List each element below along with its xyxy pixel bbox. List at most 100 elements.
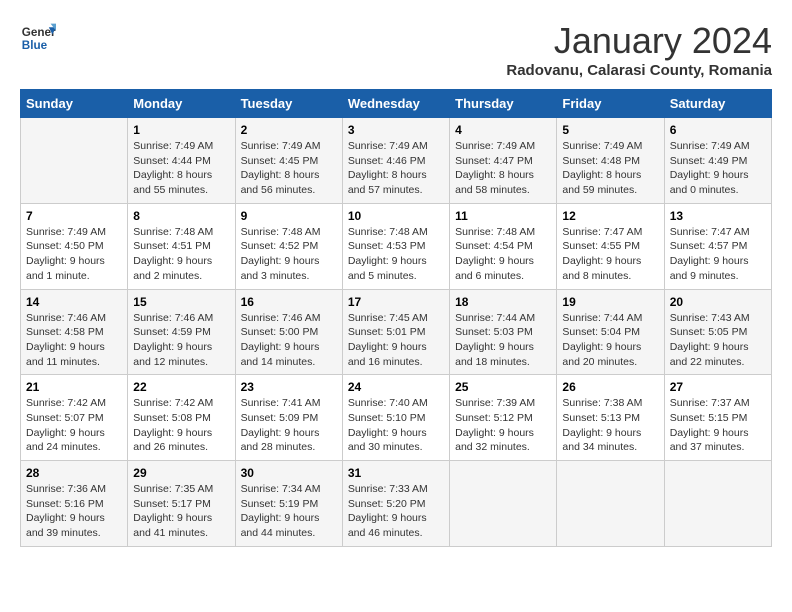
calendar-cell: 29 Sunrise: 7:35 AM Sunset: 5:17 PM Dayli… bbox=[128, 461, 235, 547]
calendar-cell: 1Sunrise: 7:49 AM Sunset: 4:44 PM Daylig… bbox=[128, 118, 235, 204]
day-number: 22 bbox=[133, 380, 229, 394]
title-area: January 2024 Radovanu, Calarasi County, … bbox=[506, 20, 772, 79]
day-number: 31 bbox=[348, 466, 444, 480]
day-number: 28 bbox=[26, 466, 122, 480]
day-info: Sunrise: 7:42 AM Sunset: 5:08 PM Dayligh… bbox=[133, 396, 229, 455]
calendar-cell: 17 Sunrise: 7:45 AM Sunset: 5:01 PM Dayli… bbox=[342, 289, 449, 375]
calendar-cell: 13Sunrise: 7:47 AM Sunset: 4:57 PM Dayli… bbox=[664, 203, 771, 289]
day-info: Sunrise: 7:44 AM Sunset: 5:04 PM Dayligh… bbox=[562, 311, 658, 370]
calendar-cell: 6Sunrise: 7:49 AM Sunset: 4:49 PM Daylig… bbox=[664, 118, 771, 204]
day-header-wednesday: Wednesday bbox=[342, 90, 449, 118]
day-info: Sunrise: 7:49 AM Sunset: 4:45 PM Dayligh… bbox=[241, 139, 337, 198]
calendar-cell bbox=[21, 118, 128, 204]
week-row-2: 7 Sunrise: 7:49 AM Sunset: 4:50 PM Daylig… bbox=[21, 203, 772, 289]
calendar-cell: 21Sunrise: 7:42 AM Sunset: 5:07 PM Dayli… bbox=[21, 375, 128, 461]
calendar-cell: 19 Sunrise: 7:44 AM Sunset: 5:04 PM Dayli… bbox=[557, 289, 664, 375]
calendar-cell: 20 Sunrise: 7:43 AM Sunset: 5:05 PM Dayli… bbox=[664, 289, 771, 375]
day-number: 4 bbox=[455, 123, 551, 137]
day-info: Sunrise: 7:37 AM Sunset: 5:15 PM Dayligh… bbox=[670, 396, 766, 455]
day-number: 19 bbox=[562, 295, 658, 309]
day-info: Sunrise: 7:45 AM Sunset: 5:01 PM Dayligh… bbox=[348, 311, 444, 370]
calendar-cell: 26 Sunrise: 7:38 AM Sunset: 5:13 PM Dayli… bbox=[557, 375, 664, 461]
day-number: 16 bbox=[241, 295, 337, 309]
day-header-thursday: Thursday bbox=[450, 90, 557, 118]
calendar-cell: 25 Sunrise: 7:39 AM Sunset: 5:12 PM Dayli… bbox=[450, 375, 557, 461]
header-row: SundayMondayTuesdayWednesdayThursdayFrid… bbox=[21, 90, 772, 118]
logo-icon: General Blue bbox=[20, 20, 56, 56]
day-info: Sunrise: 7:40 AM Sunset: 5:10 PM Dayligh… bbox=[348, 396, 444, 455]
day-number: 20 bbox=[670, 295, 766, 309]
day-info: Sunrise: 7:33 AM Sunset: 5:20 PM Dayligh… bbox=[348, 482, 444, 541]
day-header-monday: Monday bbox=[128, 90, 235, 118]
day-info: Sunrise: 7:46 AM Sunset: 4:58 PM Dayligh… bbox=[26, 311, 122, 370]
day-number: 23 bbox=[241, 380, 337, 394]
day-info: Sunrise: 7:44 AM Sunset: 5:03 PM Dayligh… bbox=[455, 311, 551, 370]
day-number: 15 bbox=[133, 295, 229, 309]
day-info: Sunrise: 7:38 AM Sunset: 5:13 PM Dayligh… bbox=[562, 396, 658, 455]
calendar-cell bbox=[557, 461, 664, 547]
day-info: Sunrise: 7:49 AM Sunset: 4:46 PM Dayligh… bbox=[348, 139, 444, 198]
day-info: Sunrise: 7:39 AM Sunset: 5:12 PM Dayligh… bbox=[455, 396, 551, 455]
day-info: Sunrise: 7:49 AM Sunset: 4:47 PM Dayligh… bbox=[455, 139, 551, 198]
logo: General Blue General Blue bbox=[20, 20, 56, 56]
day-number: 12 bbox=[562, 209, 658, 223]
calendar-cell: 10Sunrise: 7:48 AM Sunset: 4:53 PM Dayli… bbox=[342, 203, 449, 289]
day-number: 9 bbox=[241, 209, 337, 223]
calendar-cell: 30 Sunrise: 7:34 AM Sunset: 5:19 PM Dayli… bbox=[235, 461, 342, 547]
day-info: Sunrise: 7:47 AM Sunset: 4:57 PM Dayligh… bbox=[670, 225, 766, 284]
calendar-cell: 31 Sunrise: 7:33 AM Sunset: 5:20 PM Dayli… bbox=[342, 461, 449, 547]
day-number: 7 bbox=[26, 209, 122, 223]
month-title: January 2024 bbox=[506, 20, 772, 62]
day-info: Sunrise: 7:48 AM Sunset: 4:54 PM Dayligh… bbox=[455, 225, 551, 284]
calendar-cell: 12 Sunrise: 7:47 AM Sunset: 4:55 PM Dayli… bbox=[557, 203, 664, 289]
location-title: Radovanu, Calarasi County, Romania bbox=[506, 62, 772, 79]
svg-text:Blue: Blue bbox=[22, 39, 48, 52]
calendar-cell: 15 Sunrise: 7:46 AM Sunset: 4:59 PM Dayli… bbox=[128, 289, 235, 375]
calendar-cell: 7 Sunrise: 7:49 AM Sunset: 4:50 PM Daylig… bbox=[21, 203, 128, 289]
calendar-cell: 22 Sunrise: 7:42 AM Sunset: 5:08 PM Dayli… bbox=[128, 375, 235, 461]
day-info: Sunrise: 7:42 AM Sunset: 5:07 PM Dayligh… bbox=[26, 396, 122, 455]
header: General Blue General Blue January 2024 R… bbox=[20, 20, 772, 79]
day-number: 30 bbox=[241, 466, 337, 480]
day-number: 24 bbox=[348, 380, 444, 394]
calendar-cell: 14Sunrise: 7:46 AM Sunset: 4:58 PM Dayli… bbox=[21, 289, 128, 375]
day-info: Sunrise: 7:49 AM Sunset: 4:49 PM Dayligh… bbox=[670, 139, 766, 198]
day-info: Sunrise: 7:41 AM Sunset: 5:09 PM Dayligh… bbox=[241, 396, 337, 455]
day-info: Sunrise: 7:48 AM Sunset: 4:52 PM Dayligh… bbox=[241, 225, 337, 284]
calendar-cell: 2Sunrise: 7:49 AM Sunset: 4:45 PM Daylig… bbox=[235, 118, 342, 204]
day-info: Sunrise: 7:34 AM Sunset: 5:19 PM Dayligh… bbox=[241, 482, 337, 541]
week-row-4: 21Sunrise: 7:42 AM Sunset: 5:07 PM Dayli… bbox=[21, 375, 772, 461]
calendar-cell: 27Sunrise: 7:37 AM Sunset: 5:15 PM Dayli… bbox=[664, 375, 771, 461]
day-number: 5 bbox=[562, 123, 658, 137]
day-info: Sunrise: 7:43 AM Sunset: 5:05 PM Dayligh… bbox=[670, 311, 766, 370]
calendar-cell: 3 Sunrise: 7:49 AM Sunset: 4:46 PM Daylig… bbox=[342, 118, 449, 204]
week-row-1: 1Sunrise: 7:49 AM Sunset: 4:44 PM Daylig… bbox=[21, 118, 772, 204]
calendar-cell: 11Sunrise: 7:48 AM Sunset: 4:54 PM Dayli… bbox=[450, 203, 557, 289]
calendar-cell: 16 Sunrise: 7:46 AM Sunset: 5:00 PM Dayli… bbox=[235, 289, 342, 375]
day-number: 3 bbox=[348, 123, 444, 137]
week-row-5: 28 Sunrise: 7:36 AM Sunset: 5:16 PM Dayli… bbox=[21, 461, 772, 547]
day-number: 18 bbox=[455, 295, 551, 309]
calendar-cell: 24 Sunrise: 7:40 AM Sunset: 5:10 PM Dayli… bbox=[342, 375, 449, 461]
day-info: Sunrise: 7:35 AM Sunset: 5:17 PM Dayligh… bbox=[133, 482, 229, 541]
day-info: Sunrise: 7:46 AM Sunset: 4:59 PM Dayligh… bbox=[133, 311, 229, 370]
day-info: Sunrise: 7:46 AM Sunset: 5:00 PM Dayligh… bbox=[241, 311, 337, 370]
day-info: Sunrise: 7:48 AM Sunset: 4:53 PM Dayligh… bbox=[348, 225, 444, 284]
calendar-cell: 9 Sunrise: 7:48 AM Sunset: 4:52 PM Daylig… bbox=[235, 203, 342, 289]
day-number: 29 bbox=[133, 466, 229, 480]
day-number: 1 bbox=[133, 123, 229, 137]
day-number: 25 bbox=[455, 380, 551, 394]
day-info: Sunrise: 7:48 AM Sunset: 4:51 PM Dayligh… bbox=[133, 225, 229, 284]
day-number: 26 bbox=[562, 380, 658, 394]
week-row-3: 14Sunrise: 7:46 AM Sunset: 4:58 PM Dayli… bbox=[21, 289, 772, 375]
day-info: Sunrise: 7:49 AM Sunset: 4:48 PM Dayligh… bbox=[562, 139, 658, 198]
day-number: 17 bbox=[348, 295, 444, 309]
calendar-cell: 23 Sunrise: 7:41 AM Sunset: 5:09 PM Dayli… bbox=[235, 375, 342, 461]
calendar-cell: 5 Sunrise: 7:49 AM Sunset: 4:48 PM Daylig… bbox=[557, 118, 664, 204]
calendar-cell bbox=[664, 461, 771, 547]
day-header-friday: Friday bbox=[557, 90, 664, 118]
day-info: Sunrise: 7:36 AM Sunset: 5:16 PM Dayligh… bbox=[26, 482, 122, 541]
day-info: Sunrise: 7:47 AM Sunset: 4:55 PM Dayligh… bbox=[562, 225, 658, 284]
day-info: Sunrise: 7:49 AM Sunset: 4:50 PM Dayligh… bbox=[26, 225, 122, 284]
calendar-cell: 18 Sunrise: 7:44 AM Sunset: 5:03 PM Dayli… bbox=[450, 289, 557, 375]
